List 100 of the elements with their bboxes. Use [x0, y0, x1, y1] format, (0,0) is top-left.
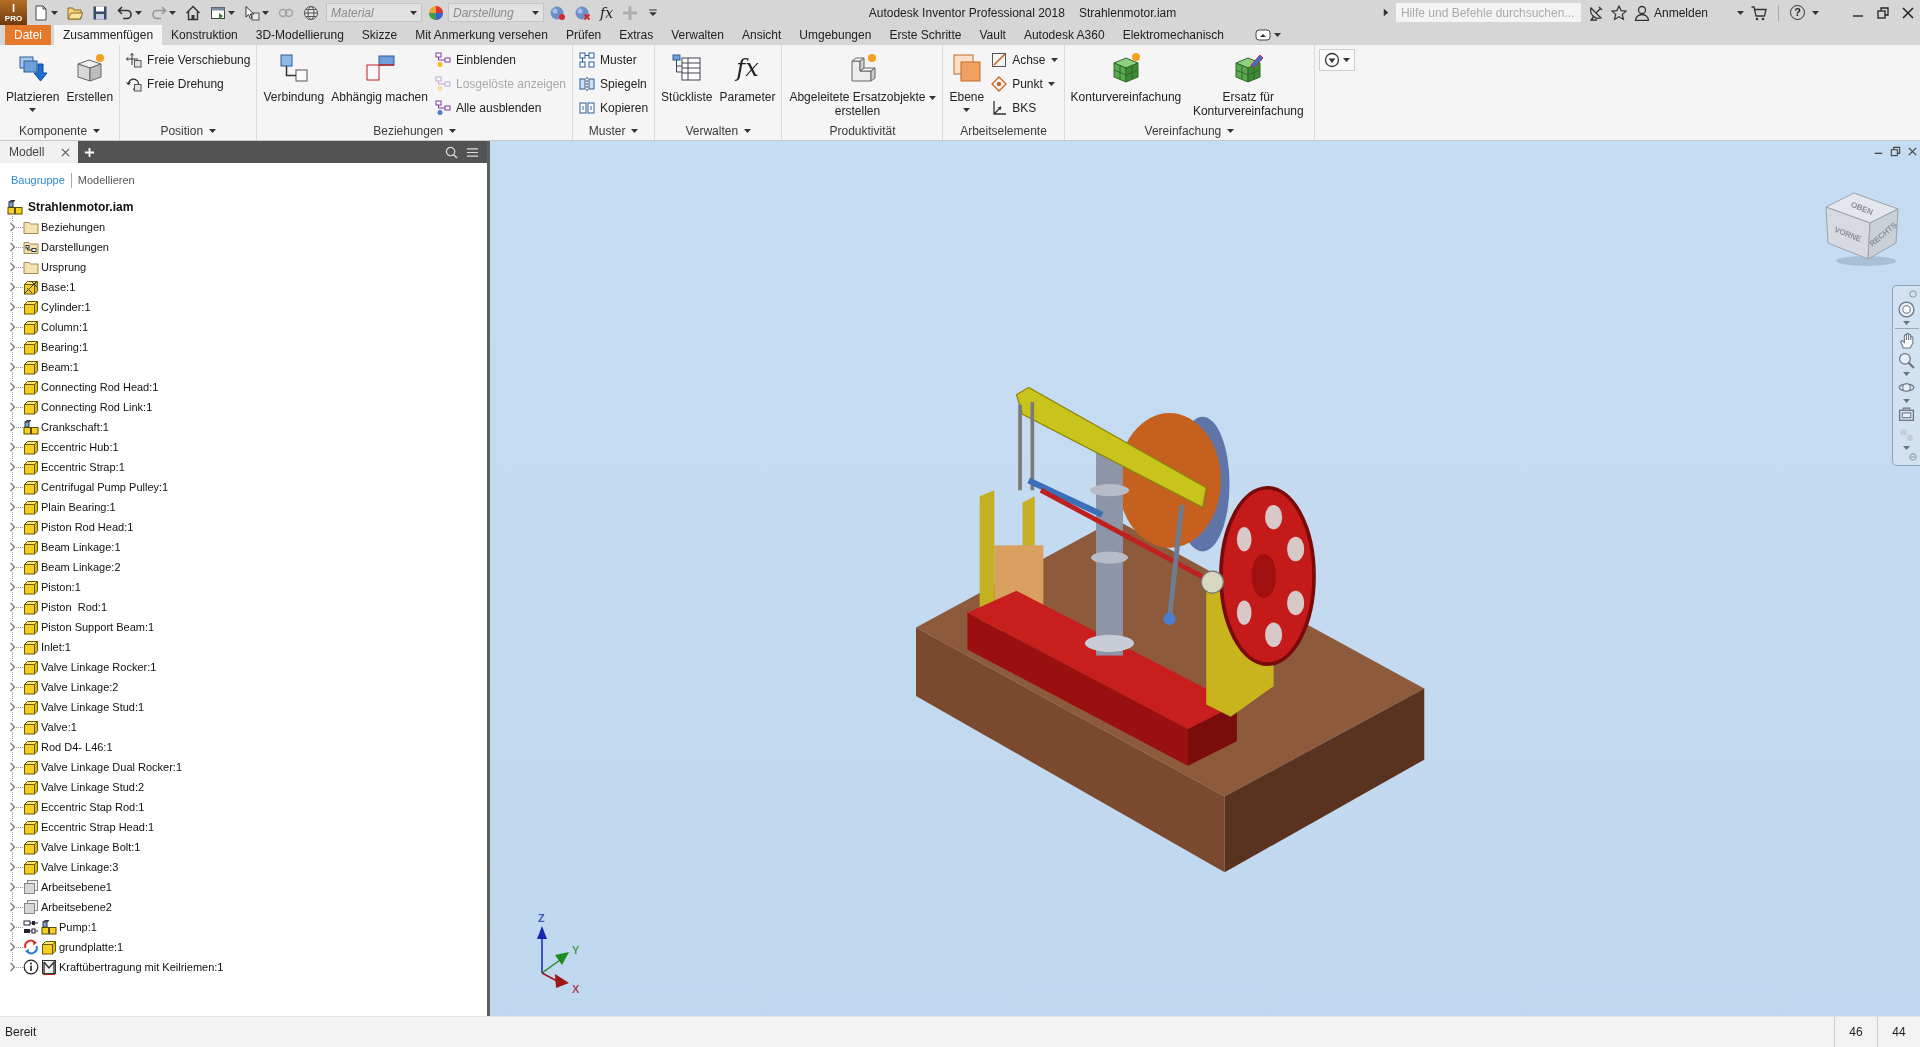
ribbon-tab[interactable]: 3D-Modellierung	[246, 25, 353, 45]
tree-item[interactable]: Valve Linkage:2	[41, 681, 119, 693]
close-icon[interactable]	[61, 147, 70, 157]
chevron-icon[interactable]	[9, 922, 16, 932]
panel-title-button[interactable]: Verwalten	[655, 121, 782, 140]
ribbon-tab[interactable]: Mit Anmerkung versehen	[406, 25, 557, 45]
tree-item[interactable]: grundplatte:1	[59, 941, 124, 953]
tree-item[interactable]: Plain Bearing:1	[41, 501, 116, 513]
zoom-icon[interactable]	[1898, 352, 1915, 369]
chevron-icon[interactable]	[9, 282, 16, 292]
ribbon-tab[interactable]: Erste Schritte	[880, 25, 971, 45]
chevron-icon[interactable]	[9, 502, 16, 512]
wheel-icon[interactable]	[1898, 301, 1915, 318]
tree-item[interactable]: Eccentric Strap:1	[41, 461, 125, 473]
ribbon-button[interactable]: Ebene	[946, 48, 988, 112]
chevron-icon[interactable]	[9, 822, 16, 832]
caret-icon[interactable]	[410, 11, 417, 15]
ribbon-tab[interactable]: Skizze	[352, 25, 407, 45]
tree-item[interactable]: Beam Linkage:2	[41, 561, 121, 573]
tree-item[interactable]: Inlet:1	[41, 641, 71, 653]
ribbon-button[interactable]: Konturvereinfachung	[1067, 48, 1185, 104]
appearance-dropdown[interactable]: Darstellung	[448, 3, 544, 22]
tree-item[interactable]: Cylinder:1	[41, 301, 91, 313]
ribbon-button[interactable]: Ersatz für Konturvereinfachung	[1185, 48, 1312, 118]
tree-item[interactable]: Valve Linkage Stud:2	[41, 781, 145, 793]
ribbon-button[interactable]: Kopieren	[576, 96, 652, 120]
close-icon[interactable]	[1907, 146, 1918, 157]
chevron-icon[interactable]	[9, 402, 16, 412]
mode-tab[interactable]: Modellieren	[77, 174, 135, 186]
panel-title-button[interactable]: Komponente	[0, 121, 120, 140]
ribbon-tab[interactable]: Umgebungen	[790, 25, 881, 45]
chevron-icon[interactable]	[9, 762, 16, 772]
screen-icon[interactable]	[1898, 406, 1915, 423]
chevron-icon[interactable]	[9, 662, 16, 672]
ribbon-button[interactable]: Einblenden	[431, 48, 570, 72]
tree-item[interactable]: Bearing:1	[41, 341, 89, 353]
panel-title-button[interactable]: Muster	[573, 121, 655, 140]
ribbon-button[interactable]: Verbindung	[260, 48, 328, 104]
material-dropdown[interactable]: Material	[326, 3, 422, 22]
ribbon-button[interactable]: Stückliste	[658, 48, 716, 104]
ribbon-tab[interactable]: Prüfen	[556, 25, 611, 45]
ribbon-button[interactable]: Alle ausblenden	[431, 96, 570, 120]
tree-item[interactable]: Beziehungen	[41, 221, 106, 233]
chevron-icon[interactable]	[9, 842, 16, 852]
panel-title-button[interactable]: Position	[120, 121, 257, 140]
ribbon-button[interactable]: Spiegeln	[576, 72, 652, 96]
hand-icon[interactable]	[1898, 332, 1915, 349]
app-logo[interactable]: I PRO	[0, 0, 27, 25]
ribbon-button[interactable]: Platzieren	[3, 48, 63, 112]
chevron-icon[interactable]	[9, 482, 16, 492]
panel-title-button[interactable]: Beziehungen	[257, 121, 573, 140]
tree-item[interactable]: Piston Rod Head:1	[41, 521, 134, 533]
ribbon-tab[interactable]: Ansicht	[732, 25, 791, 45]
tree-item[interactable]: Connecting Rod Head:1	[41, 381, 159, 393]
chevron-icon[interactable]	[9, 902, 16, 912]
chevron-icon[interactable]	[9, 942, 16, 952]
tree-item[interactable]: Beam:1	[41, 361, 79, 373]
tree-item[interactable]: Centrifugal Pump Pulley:1	[41, 481, 169, 493]
tree-root-item[interactable]: Strahlenmotor.iam	[28, 200, 134, 214]
ribbon-tab[interactable]: Konstruktion	[162, 25, 247, 45]
sign-in-button[interactable]: Anmelden	[1633, 4, 1708, 21]
star-icon[interactable]	[1610, 4, 1627, 21]
chevron-icon[interactable]	[9, 682, 16, 692]
tree-item[interactable]: Valve Linkage Dual Rocker:1	[41, 761, 183, 773]
search-icon[interactable]	[445, 145, 458, 159]
tree-item[interactable]: Beam Linkage:1	[41, 541, 121, 553]
chevron-icon[interactable]	[9, 262, 16, 272]
ribbon-button[interactable]: Freie Verschiebung	[123, 48, 254, 72]
ribbon-button[interactable]: fx Parameter	[716, 48, 779, 104]
tree-item[interactable]: Valve Linkage:3	[41, 861, 119, 873]
chevron-icon[interactable]	[9, 802, 16, 812]
restore-icon[interactable]	[1890, 146, 1901, 157]
chevron-icon[interactable]	[9, 382, 16, 392]
menu-icon[interactable]	[466, 145, 479, 159]
chevron-icon[interactable]	[9, 342, 16, 352]
ribbon-button[interactable]: Erstellen	[63, 48, 117, 104]
panel-title-button[interactable]: Vereinfachung	[1064, 121, 1315, 140]
chevron-icon[interactable]	[9, 722, 16, 732]
chevron-icon[interactable]	[9, 642, 16, 652]
tree-item[interactable]: Rod D4- L46:1	[41, 741, 113, 753]
chevron-icon[interactable]	[9, 622, 16, 632]
tree-item[interactable]: Valve Linkage Bolt:1	[41, 841, 141, 853]
chevron-icon[interactable]	[9, 582, 16, 592]
tree-item[interactable]: Eccentric Hub:1	[41, 441, 119, 453]
tree-item[interactable]: Piston Support Beam:1	[41, 621, 155, 633]
minus-circle-icon[interactable]	[1909, 453, 1917, 461]
chevron-icon[interactable]	[9, 362, 16, 372]
tree-item[interactable]: Piston Rod:1	[41, 601, 108, 613]
ribbon-tab[interactable]: Elektromechanisch	[1113, 25, 1233, 45]
chevron-icon[interactable]	[9, 422, 16, 432]
chevron-icon[interactable]	[9, 522, 16, 532]
close-icon[interactable]	[1902, 6, 1914, 19]
chevron-icon[interactable]	[9, 302, 16, 312]
ribbon-button[interactable]: BKS	[988, 96, 1061, 120]
tree-item[interactable]: Pump:1	[59, 921, 97, 933]
chevron-icon[interactable]	[9, 222, 16, 232]
ribbon-button[interactable]: Punkt	[988, 72, 1061, 96]
tree-item[interactable]: Valve Linkage Rocker:1	[41, 661, 157, 673]
ring-icon[interactable]	[1909, 290, 1917, 298]
caret-icon[interactable]	[1737, 10, 1744, 15]
